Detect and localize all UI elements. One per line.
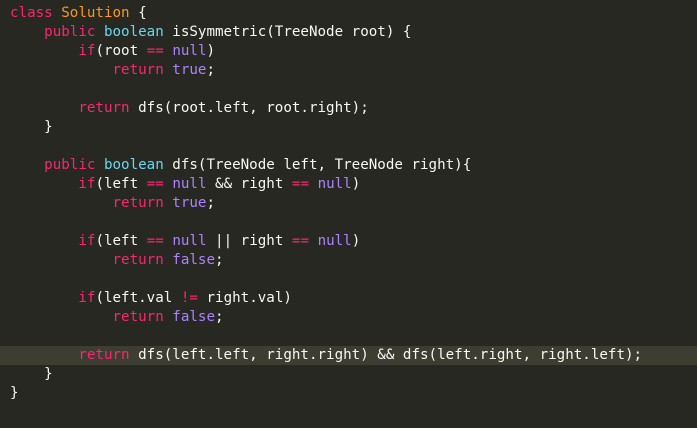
code-token: return [112,195,173,211]
code-token: } [10,385,19,401]
code-token: ; [206,62,216,78]
code-token: { [129,5,147,21]
code-token: != [180,290,198,306]
code-token: (left [95,233,147,249]
code-token: null [172,176,207,192]
code-token: false [172,309,216,325]
code-token: == [291,233,310,249]
code-line[interactable]: return false; [0,308,697,327]
code-token: ; [206,195,216,211]
code-line[interactable]: return true; [0,194,697,213]
code-line[interactable] [0,270,697,289]
code-token: || right [206,233,292,249]
code-token: right.val) [197,290,292,306]
code-line[interactable]: } [0,384,697,403]
code-token: true [172,195,207,211]
code-line[interactable] [0,327,697,346]
code-token: (root [95,43,147,59]
code-token: boolean [103,157,164,173]
code-editor[interactable]: class Solution { public boolean isSymmet… [0,0,697,428]
code-token: Solution [61,5,130,21]
code-token: dfs(TreeNode left, TreeNode right){ [163,157,472,173]
code-token: return [112,309,173,325]
code-token: false [172,252,216,268]
code-line[interactable]: if(left == null && right == null) [0,175,697,194]
code-line[interactable] [0,137,697,156]
code-token: ) [351,176,361,192]
code-token: if [78,43,96,59]
code-token: class [10,5,62,21]
code-line[interactable]: class Solution { [0,4,697,23]
code-token: ; [215,252,224,268]
code-line[interactable]: public boolean dfs(TreeNode left, TreeNo… [0,156,697,175]
code-token: public [44,157,104,173]
code-token: true [172,62,207,78]
code-line[interactable]: if(left.val != right.val) [0,289,697,308]
code-token: ; [215,309,224,325]
code-token: boolean [103,24,164,40]
code-line[interactable]: } [0,118,697,137]
code-token: == [291,176,310,192]
code-token: return [112,252,173,268]
code-line[interactable]: if(left == null || right == null) [0,232,697,251]
code-token: if [78,290,96,306]
code-token: public [44,24,104,40]
code-token: } [10,366,53,382]
code-token: null [172,43,207,59]
code-line[interactable]: public boolean isSymmetric(TreeNode root… [0,23,697,42]
code-token: if [78,176,96,192]
code-line[interactable] [0,80,697,99]
code-token: && right [206,176,292,192]
code-token: return [78,100,139,116]
code-token: return [112,62,173,78]
code-token: ) [351,233,361,249]
code-line[interactable]: return true; [0,61,697,80]
code-token: isSymmetric(TreeNode root) { [163,24,412,40]
code-token: == [146,233,164,249]
code-token: null [172,233,207,249]
code-token: dfs(left.left, right.right) && dfs(left.… [138,347,643,363]
code-line-current[interactable]: return dfs(left.left, right.right) && df… [0,346,697,365]
code-token: } [10,119,53,135]
code-token: null [317,176,352,192]
code-token: (left.val [95,290,181,306]
code-line[interactable]: if(root == null) [0,42,697,61]
code-token: (left [95,176,147,192]
code-token: dfs(root.left, root.right); [138,100,369,116]
code-line[interactable]: return false; [0,251,697,270]
code-token: null [317,233,352,249]
code-line[interactable]: return dfs(root.left, root.right); [0,99,697,118]
code-line[interactable] [0,213,697,232]
code-token: == [146,43,164,59]
code-token: if [78,233,96,249]
code-token: return [78,347,139,363]
code-token: ) [206,43,216,59]
code-line[interactable]: } [0,365,697,384]
code-token: == [146,176,164,192]
